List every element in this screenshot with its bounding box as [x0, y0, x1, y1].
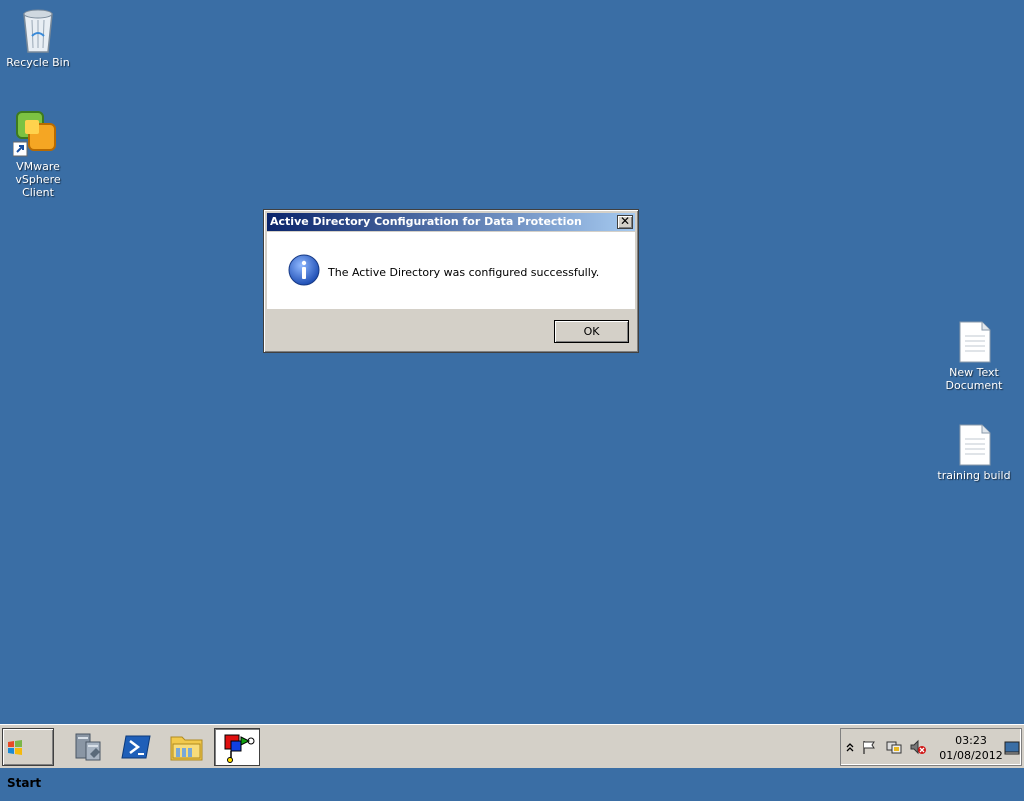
- text-document-icon: [959, 424, 991, 466]
- powershell-icon: [121, 735, 151, 759]
- info-icon: [288, 254, 320, 286]
- desktop-icon-recycle-bin[interactable]: Recycle Bin: [0, 6, 76, 69]
- windows-logo-icon: [8, 739, 22, 755]
- text-document-icon: [959, 321, 991, 363]
- network-icon[interactable]: [885, 739, 903, 755]
- taskbar-app-explorer[interactable]: [164, 728, 210, 766]
- recycle-bin-icon: [23, 9, 53, 53]
- clock[interactable]: 03:23 01/08/2012: [937, 733, 1005, 763]
- close-icon: ✕: [619, 214, 631, 228]
- desktop-icon-label: training build: [937, 469, 1011, 482]
- dialog-message: The Active Directory was configured succ…: [328, 266, 600, 279]
- start-label: Start: [7, 776, 42, 790]
- desktop-icon-label: VMware vSphere Client: [15, 160, 61, 199]
- volume-muted-icon[interactable]: [909, 739, 927, 755]
- clock-time: 03:23: [955, 734, 987, 747]
- show-desktop-icon[interactable]: [1004, 741, 1020, 755]
- ok-button[interactable]: OK: [554, 320, 629, 343]
- taskbar-app-powershell[interactable]: [114, 728, 160, 766]
- taskbar: Start 03:23 01/08/2012: [0, 724, 1024, 790]
- clock-date: 01/08/2012: [939, 749, 1003, 762]
- desktop-icon-training-build[interactable]: training build: [936, 423, 1012, 482]
- server-manager-icon: [75, 733, 101, 761]
- taskbar-app-server-manager[interactable]: [64, 728, 110, 766]
- taskbar-app-dpm-setup[interactable]: [214, 728, 260, 766]
- system-tray: 03:23 01/08/2012: [840, 728, 1022, 766]
- action-center-flag-icon[interactable]: [861, 739, 877, 755]
- folder-icon: [170, 736, 203, 761]
- message-dialog: Active Directory Configuration for Data …: [263, 209, 639, 353]
- close-button[interactable]: ✕: [617, 215, 633, 229]
- desktop-icon-new-text-document[interactable]: New Text Document: [936, 320, 1012, 392]
- desktop-icon-vmware-vsphere-client[interactable]: VMware vSphere Client: [0, 108, 76, 199]
- desktop-icon-label: Recycle Bin: [6, 56, 70, 69]
- vmware-vsphere-icon: [13, 111, 56, 157]
- start-button[interactable]: Start: [2, 728, 54, 790]
- show-hidden-icons-icon[interactable]: [845, 739, 855, 755]
- dialog-body: The Active Directory was configured succ…: [267, 232, 635, 309]
- dialog-titlebar[interactable]: Active Directory Configuration for Data …: [267, 213, 635, 246]
- desktop-icon-label: New Text Document: [945, 366, 1003, 392]
- dpm-setup-icon: [224, 734, 255, 763]
